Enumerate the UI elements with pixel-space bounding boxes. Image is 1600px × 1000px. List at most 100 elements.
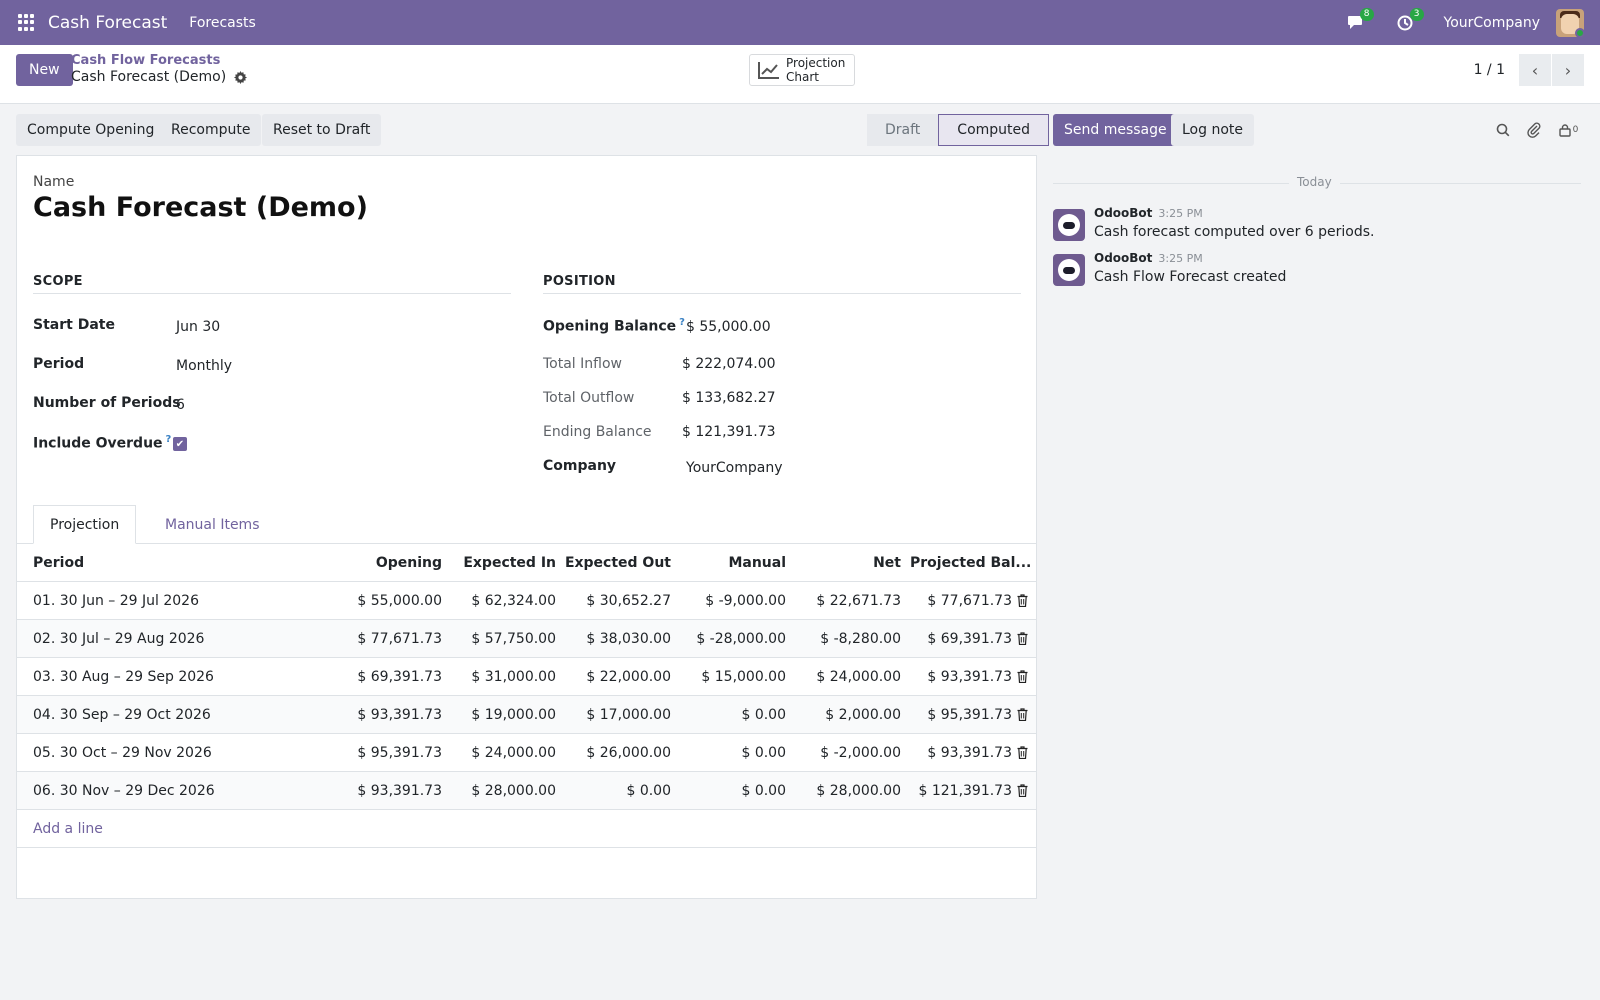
app-brand[interactable]: Cash Forecast <box>48 13 167 33</box>
cell-opening[interactable]: $ 69,391.73 <box>307 658 442 696</box>
cell-expected-in[interactable]: $ 57,750.00 <box>442 620 556 658</box>
company-field[interactable]: YourCompany <box>686 460 783 476</box>
pager-value[interactable]: 1 / 1 <box>1474 62 1505 78</box>
help-tooltip-icon[interactable]: ? <box>166 434 172 445</box>
column-header-net[interactable]: Net <box>786 544 901 582</box>
company-switcher[interactable]: YourCompany <box>1444 15 1541 31</box>
pager-next-button[interactable]: › <box>1552 54 1584 86</box>
cell-expected-in[interactable]: $ 62,324.00 <box>442 582 556 620</box>
cell-opening[interactable]: $ 93,391.73 <box>307 772 442 810</box>
table-row[interactable]: 06. 30 Nov – 29 Dec 2026 $ 93,391.73 $ 28,… <box>17 772 1036 810</box>
send-message-button[interactable]: Send message <box>1053 114 1178 146</box>
cell-expected-out[interactable]: $ 17,000.00 <box>556 696 671 734</box>
cell-period[interactable]: 06. 30 Nov – 29 Dec 2026 <box>33 772 303 810</box>
cell-expected-in[interactable]: $ 31,000.00 <box>442 658 556 696</box>
total-outflow-label: Total Outflow <box>543 390 635 406</box>
projection-chart-button[interactable]: Projection Chart <box>749 54 855 86</box>
column-header-expected-out[interactable]: Expected Out <box>556 544 671 582</box>
log-note-button[interactable]: Log note <box>1171 114 1254 146</box>
search-messages-button[interactable] <box>1494 121 1512 139</box>
cell-net[interactable]: $ 24,000.00 <box>786 658 901 696</box>
cell-net[interactable]: $ -2,000.00 <box>786 734 901 772</box>
followers-button[interactable]: 0 <box>1555 121 1581 139</box>
trash-icon[interactable] <box>1017 784 1028 797</box>
user-avatar[interactable] <box>1556 8 1584 37</box>
cell-projected-balance[interactable]: $ 93,391.73 <box>901 734 1012 772</box>
opening-balance-field[interactable]: $ 55,000.00 <box>686 319 771 335</box>
column-header-expected-in[interactable]: Expected In <box>442 544 556 582</box>
cell-opening[interactable]: $ 95,391.73 <box>307 734 442 772</box>
tab-projection[interactable]: Projection <box>33 505 137 544</box>
cell-manual[interactable]: $ -28,000.00 <box>671 620 786 658</box>
message-author[interactable]: OdooBot <box>1094 251 1152 265</box>
cell-opening[interactable]: $ 93,391.73 <box>307 696 442 734</box>
cell-expected-out[interactable]: $ 22,000.00 <box>556 658 671 696</box>
cell-manual[interactable]: $ 0.00 <box>671 696 786 734</box>
menu-forecasts[interactable]: Forecasts <box>189 15 256 31</box>
compute-opening-button[interactable]: Compute Opening <box>16 114 166 146</box>
cell-period[interactable]: 05. 30 Oct – 29 Nov 2026 <box>33 734 303 772</box>
column-header-period[interactable]: Period <box>33 544 84 582</box>
cell-manual[interactable]: $ 0.00 <box>671 734 786 772</box>
period-field[interactable]: Monthly <box>176 358 232 374</box>
message-author[interactable]: OdooBot <box>1094 206 1152 220</box>
cell-net[interactable]: $ -8,280.00 <box>786 620 901 658</box>
recompute-button[interactable]: Recompute <box>160 114 262 146</box>
cell-period[interactable]: 02. 30 Jul – 29 Aug 2026 <box>33 620 303 658</box>
cell-expected-out[interactable]: $ 0.00 <box>556 772 671 810</box>
trash-icon[interactable] <box>1017 708 1028 721</box>
cell-opening[interactable]: $ 55,000.00 <box>307 582 442 620</box>
cell-manual[interactable]: $ 15,000.00 <box>671 658 786 696</box>
cell-projected-balance[interactable]: $ 93,391.73 <box>901 658 1012 696</box>
cell-expected-out[interactable]: $ 30,652.27 <box>556 582 671 620</box>
add-line-link[interactable]: Add a line <box>33 810 103 848</box>
cell-period[interactable]: 03. 30 Aug – 29 Sep 2026 <box>33 658 303 696</box>
trash-icon[interactable] <box>1017 746 1028 759</box>
cell-period[interactable]: 04. 30 Sep – 29 Oct 2026 <box>33 696 303 734</box>
pager-previous-button[interactable]: ‹ <box>1519 54 1551 86</box>
cell-expected-in[interactable]: $ 19,000.00 <box>442 696 556 734</box>
activities-button[interactable]: 3 <box>1394 7 1424 34</box>
gear-icon[interactable] <box>234 70 248 84</box>
cell-projected-balance[interactable]: $ 121,391.73 <box>901 772 1012 810</box>
cell-opening[interactable]: $ 77,671.73 <box>307 620 442 658</box>
status-computed[interactable]: Computed <box>938 114 1050 146</box>
column-header-projected-balance[interactable]: Projected Bal... <box>910 544 1031 582</box>
new-button[interactable]: New <box>16 54 73 86</box>
table-row[interactable]: 04. 30 Sep – 29 Oct 2026 $ 93,391.73 $ 19,… <box>17 696 1036 734</box>
cell-net[interactable]: $ 2,000.00 <box>786 696 901 734</box>
apps-grid-icon[interactable] <box>18 13 36 32</box>
cell-expected-out[interactable]: $ 26,000.00 <box>556 734 671 772</box>
cell-net[interactable]: $ 22,671.73 <box>786 582 901 620</box>
start-date-field[interactable]: Jun 30 <box>176 319 220 335</box>
help-tooltip-icon[interactable]: ? <box>679 317 685 328</box>
cell-manual[interactable]: $ -9,000.00 <box>671 582 786 620</box>
cell-net[interactable]: $ 28,000.00 <box>786 772 901 810</box>
cell-period[interactable]: 01. 30 Jun – 29 Jul 2026 <box>33 582 303 620</box>
reset-to-draft-button[interactable]: Reset to Draft <box>262 114 382 146</box>
cell-expected-in[interactable]: $ 24,000.00 <box>442 734 556 772</box>
table-row[interactable]: 03. 30 Aug – 29 Sep 2026 $ 69,391.73 $ 31,… <box>17 658 1036 696</box>
messages-button[interactable]: 8 <box>1344 7 1374 34</box>
column-header-opening[interactable]: Opening <box>307 544 442 582</box>
name-field[interactable]: Cash Forecast (Demo) <box>33 192 368 223</box>
trash-icon[interactable] <box>1017 594 1028 607</box>
cell-projected-balance[interactable]: $ 95,391.73 <box>901 696 1012 734</box>
number-of-periods-field[interactable]: 6 <box>176 397 185 413</box>
cell-expected-in[interactable]: $ 28,000.00 <box>442 772 556 810</box>
cell-projected-balance[interactable]: $ 69,391.73 <box>901 620 1012 658</box>
cell-manual[interactable]: $ 0.00 <box>671 772 786 810</box>
tab-manual-items[interactable]: Manual Items <box>149 505 276 544</box>
trash-icon[interactable] <box>1017 670 1028 683</box>
cell-expected-out[interactable]: $ 38,030.00 <box>556 620 671 658</box>
table-row[interactable]: 02. 30 Jul – 29 Aug 2026 $ 77,671.73 $ 57,… <box>17 620 1036 658</box>
cell-projected-balance[interactable]: $ 77,671.73 <box>901 582 1012 620</box>
include-overdue-checkbox[interactable]: ✔ <box>173 437 187 451</box>
table-row[interactable]: 05. 30 Oct – 29 Nov 2026 $ 95,391.73 $ 24,… <box>17 734 1036 772</box>
breadcrumb-parent[interactable]: Cash Flow Forecasts <box>71 53 220 68</box>
column-header-manual[interactable]: Manual <box>671 544 786 582</box>
status-draft[interactable]: Draft <box>867 114 939 146</box>
trash-icon[interactable] <box>1017 632 1028 645</box>
attachments-button[interactable] <box>1525 121 1543 139</box>
table-row[interactable]: 01. 30 Jun – 29 Jul 2026 $ 55,000.00 $ 62,… <box>17 582 1036 620</box>
